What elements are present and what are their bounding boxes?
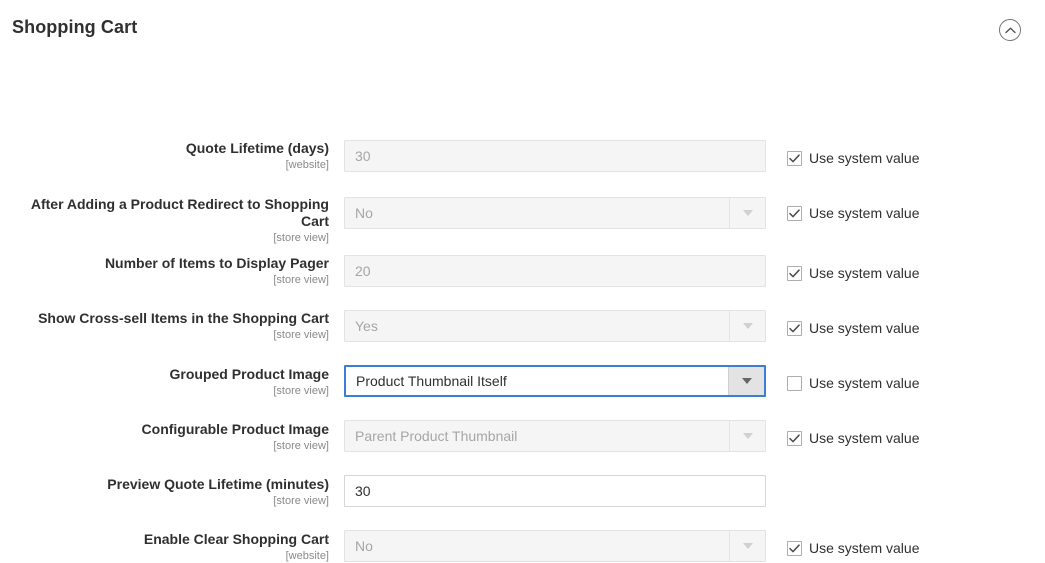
checkbox-icon[interactable] <box>787 375 802 391</box>
control-grouped-product-image: Product Thumbnail Itself <box>344 365 766 397</box>
chevron-down-icon[interactable] <box>729 311 765 341</box>
use-system-value-label: Use system value <box>809 320 920 336</box>
chevron-up-glyph <box>1004 27 1016 33</box>
scope-text: [store view] <box>273 495 329 507</box>
input-quote-lifetime-days[interactable] <box>344 140 766 172</box>
select-value: Product Thumbnail Itself <box>356 373 507 389</box>
scope-text: [store view] <box>273 440 329 452</box>
chevron-up-circle-icon[interactable] <box>999 19 1021 41</box>
use-system-value-label: Use system value <box>809 205 920 221</box>
select-value: Yes <box>355 318 378 334</box>
scope-text: [website] <box>285 550 329 562</box>
field-label-configurable-product-image: Configurable Product Image [store view] <box>0 421 329 453</box>
chevron-down-icon[interactable] <box>729 198 765 228</box>
page-title: Shopping Cart <box>12 17 138 37</box>
label-text: Enable Clear Shopping Cart <box>143 531 329 547</box>
control-items-per-page <box>344 255 766 287</box>
select-cross-sell[interactable]: Yes <box>344 310 766 342</box>
scope-text: [store view] <box>273 232 329 244</box>
select-value: No <box>355 205 373 221</box>
use-system-value-enable-clear-shopping-cart[interactable]: Use system value <box>787 539 919 557</box>
control-cross-sell: Yes <box>344 310 766 342</box>
use-system-value-cross-sell[interactable]: Use system value <box>787 319 919 337</box>
use-system-value-label: Use system value <box>809 430 920 446</box>
select-enable-clear-shopping-cart[interactable]: No <box>344 530 766 562</box>
scope-text: [store view] <box>273 385 329 397</box>
input-preview-quote-lifetime[interactable] <box>344 475 766 507</box>
field-label-grouped-product-image: Grouped Product Image [store view] <box>0 366 329 398</box>
label-text: Preview Quote Lifetime (minutes) <box>107 476 329 492</box>
control-preview-quote-lifetime <box>344 475 766 507</box>
chevron-down-icon[interactable] <box>729 421 765 451</box>
field-label-cross-sell: Show Cross-sell Items in the Shopping Ca… <box>0 310 329 342</box>
checkbox-icon[interactable] <box>787 430 802 446</box>
control-redirect-to-cart: No <box>344 197 766 229</box>
use-system-value-label: Use system value <box>809 265 920 281</box>
input-items-per-page[interactable] <box>344 255 766 287</box>
field-label-enable-clear-shopping-cart: Enable Clear Shopping Cart [website] <box>0 531 329 563</box>
use-system-value-grouped-product-image[interactable]: Use system value <box>787 374 919 392</box>
field-label-items-per-page: Number of Items to Display Pager [store … <box>0 255 329 287</box>
label-text: Number of Items to Display Pager <box>104 255 329 271</box>
select-grouped-product-image[interactable]: Product Thumbnail Itself <box>344 365 766 397</box>
checkbox-icon[interactable] <box>787 265 802 281</box>
field-label-quote-lifetime-days: Quote Lifetime (days) [website] <box>0 140 329 172</box>
label-text: After Adding a Product Redirect to Shopp… <box>30 196 329 229</box>
control-quote-lifetime-days <box>344 140 766 172</box>
select-configurable-product-image[interactable]: Parent Product Thumbnail <box>344 420 766 452</box>
label-text: Configurable Product Image <box>141 421 329 437</box>
checkbox-icon[interactable] <box>787 320 802 336</box>
checkbox-icon[interactable] <box>787 150 802 166</box>
checkbox-icon[interactable] <box>787 205 802 221</box>
label-text: Show Cross-sell Items in the Shopping Ca… <box>38 310 329 326</box>
select-value: Parent Product Thumbnail <box>355 428 518 444</box>
field-label-preview-quote-lifetime: Preview Quote Lifetime (minutes) [store … <box>0 476 329 508</box>
use-system-value-label: Use system value <box>809 375 920 391</box>
scope-text: [store view] <box>273 274 329 286</box>
control-enable-clear-shopping-cart: No <box>344 530 766 562</box>
field-label-redirect-to-cart: After Adding a Product Redirect to Shopp… <box>0 196 329 245</box>
use-system-value-redirect-to-cart[interactable]: Use system value <box>787 204 919 222</box>
use-system-value-quote-lifetime-days[interactable]: Use system value <box>787 149 919 167</box>
use-system-value-label: Use system value <box>809 150 920 166</box>
label-text: Grouped Product Image <box>169 366 329 382</box>
select-redirect-to-cart[interactable]: No <box>344 197 766 229</box>
use-system-value-configurable-product-image[interactable]: Use system value <box>787 429 919 447</box>
section-header: Shopping Cart <box>0 0 1045 58</box>
use-system-value-items-per-page[interactable]: Use system value <box>787 264 919 282</box>
chevron-down-icon[interactable] <box>728 367 764 395</box>
control-configurable-product-image: Parent Product Thumbnail <box>344 420 766 452</box>
scope-text: [store view] <box>273 329 329 341</box>
label-text: Quote Lifetime (days) <box>185 140 329 156</box>
chevron-down-icon[interactable] <box>729 531 765 561</box>
select-value: No <box>355 538 373 554</box>
scope-text: [website] <box>285 159 329 171</box>
use-system-value-label: Use system value <box>809 540 920 556</box>
checkbox-icon[interactable] <box>787 540 802 556</box>
